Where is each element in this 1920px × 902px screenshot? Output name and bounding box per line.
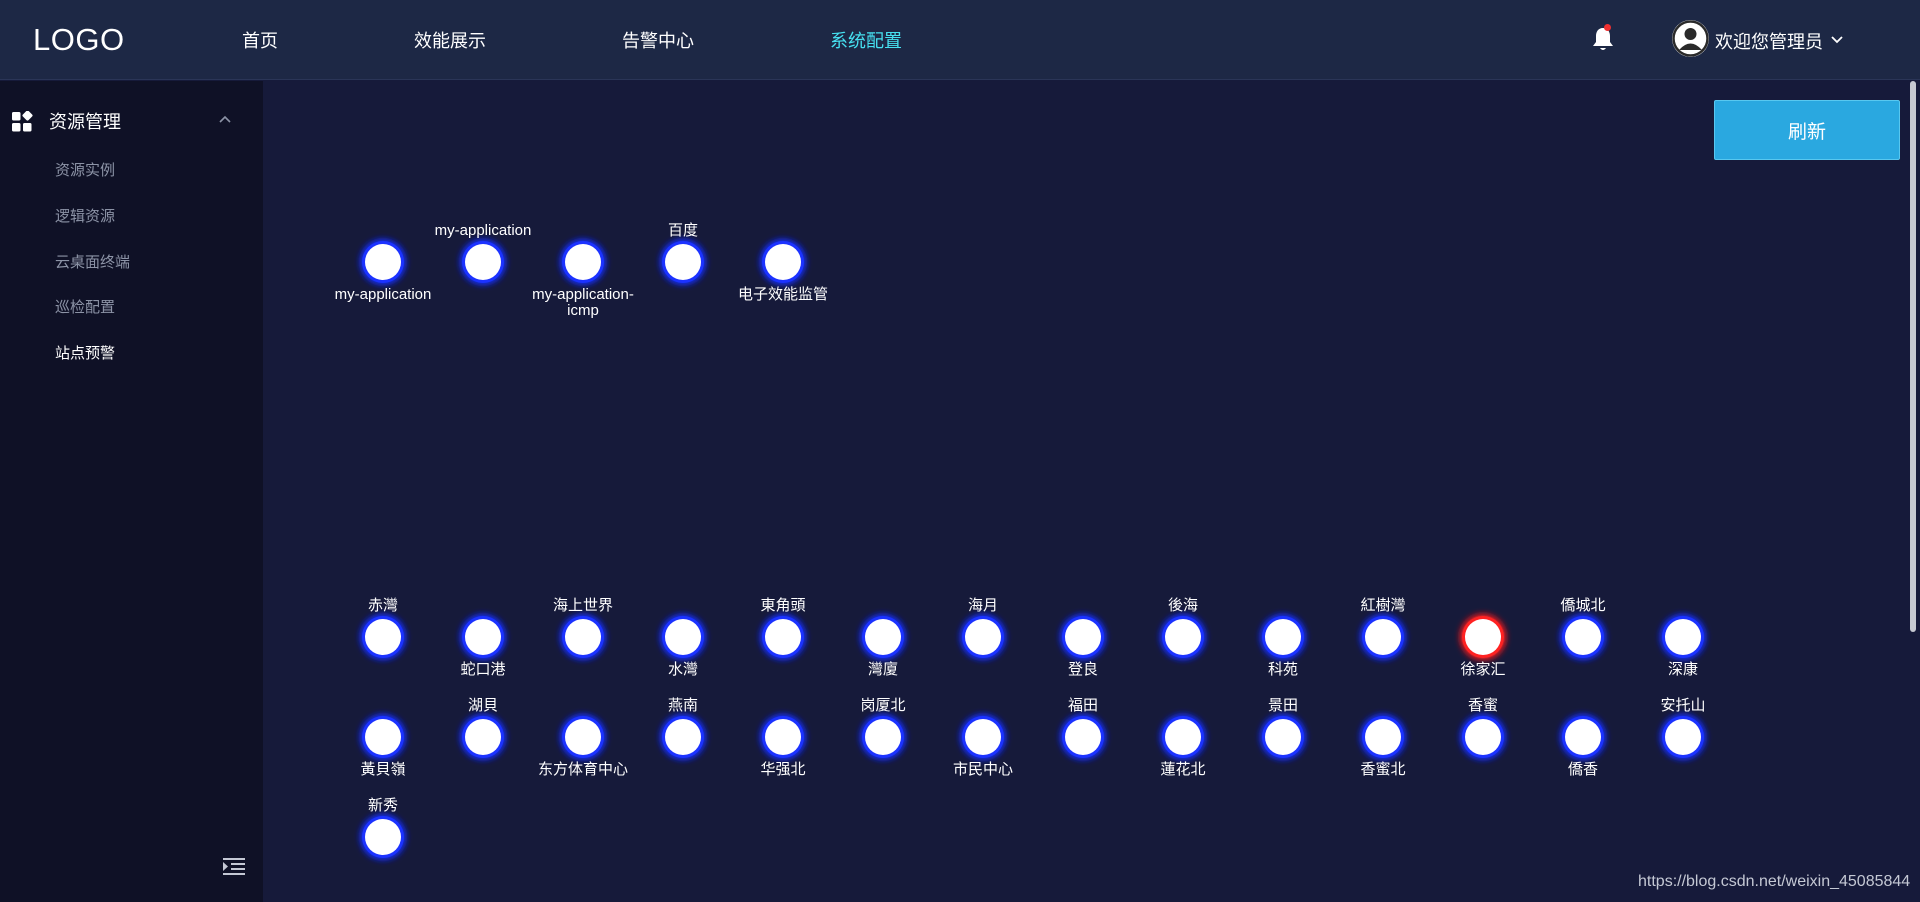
graph-node[interactable] <box>1662 616 1704 658</box>
nav-system-config[interactable]: 系统配置 <box>830 27 902 53</box>
graph-node[interactable] <box>362 716 404 758</box>
graph-node-circle[interactable] <box>1465 719 1501 755</box>
graph-node[interactable] <box>1262 616 1304 658</box>
sidebar-item-inspection-config[interactable]: 巡检配置 <box>55 296 115 317</box>
logo[interactable]: LOGO <box>33 22 125 58</box>
graph-node-circle[interactable] <box>1065 619 1101 655</box>
user-icon <box>1672 20 1709 57</box>
graph-node-circle[interactable] <box>465 244 501 280</box>
graph-node-circle[interactable] <box>1265 719 1301 755</box>
graph-node[interactable] <box>1262 716 1304 758</box>
graph-node-circle[interactable] <box>1665 619 1701 655</box>
graph-node-circle[interactable] <box>665 244 701 280</box>
graph-node-circle[interactable] <box>1365 619 1401 655</box>
graph-node-circle[interactable] <box>965 719 1001 755</box>
graph-node-circle[interactable] <box>765 244 801 280</box>
graph-node[interactable] <box>1662 716 1704 758</box>
graph-node[interactable] <box>862 716 904 758</box>
chevron-up-icon[interactable] <box>218 113 232 127</box>
avatar[interactable] <box>1672 20 1709 57</box>
graph-node[interactable] <box>462 241 504 283</box>
sidebar-group-label: 资源管理 <box>49 112 121 132</box>
graph-node[interactable] <box>1062 616 1104 658</box>
sidebar-item-cloud-desktop[interactable]: 云桌面终端 <box>55 251 130 272</box>
graph-node[interactable] <box>1162 616 1204 658</box>
sidebar-group-resource-management[interactable]: 资源管理 <box>0 101 263 141</box>
notification-dot <box>1604 24 1611 31</box>
graph-node[interactable] <box>962 616 1004 658</box>
apps-icon <box>12 111 33 132</box>
graph-node[interactable] <box>762 616 804 658</box>
graph-node[interactable] <box>1562 616 1604 658</box>
nav-alerts[interactable]: 告警中心 <box>622 27 694 53</box>
graph-node[interactable] <box>862 616 904 658</box>
graph-node-circle[interactable] <box>365 819 401 855</box>
sidebar-item-logical-resources[interactable]: 逻辑资源 <box>55 205 115 226</box>
graph-node-circle[interactable] <box>1565 619 1601 655</box>
graph-node[interactable] <box>562 616 604 658</box>
watermark: https://blog.csdn.net/weixin_45085844 <box>1638 873 1911 890</box>
graph-node[interactable] <box>662 241 704 283</box>
graph-node[interactable] <box>1362 616 1404 658</box>
graph-node[interactable] <box>962 716 1004 758</box>
graph-node-circle[interactable] <box>1365 719 1401 755</box>
vertical-scrollbar[interactable] <box>1910 81 1916 632</box>
graph-node[interactable] <box>1462 616 1504 658</box>
graph-node[interactable] <box>462 716 504 758</box>
graph-node-circle[interactable] <box>865 719 901 755</box>
graph-node[interactable] <box>362 816 404 858</box>
graph-node-circle[interactable] <box>1265 619 1301 655</box>
graph-node-circle[interactable] <box>765 719 801 755</box>
graph-node-circle[interactable] <box>1165 719 1201 755</box>
user-name[interactable]: 欢迎您管理员 <box>1715 28 1823 54</box>
graph-node-circle[interactable] <box>565 244 601 280</box>
main-content <box>263 81 1920 902</box>
graph-node[interactable] <box>462 616 504 658</box>
graph-node-circle[interactable] <box>365 244 401 280</box>
graph-node-circle[interactable] <box>865 619 901 655</box>
top-header: LOGO 首页 效能展示 告警中心 系统配置 欢迎您管理员 <box>0 0 1920 80</box>
graph-node-circle[interactable] <box>765 619 801 655</box>
sidebar-item-resource-instances[interactable]: 资源实例 <box>55 159 115 180</box>
graph-node-circle[interactable] <box>1665 719 1701 755</box>
graph-node[interactable] <box>1462 716 1504 758</box>
sidebar-item-site-warning[interactable]: 站点预警 <box>55 342 115 363</box>
graph-node[interactable] <box>562 716 604 758</box>
graph-node-circle[interactable] <box>1165 619 1201 655</box>
graph-node[interactable] <box>1362 716 1404 758</box>
sidebar: 资源管理 资源实例 逻辑资源 云桌面终端 巡检配置 站点预警 <box>0 81 263 902</box>
graph-node-circle[interactable] <box>665 619 701 655</box>
graph-node-circle[interactable] <box>1465 619 1501 655</box>
graph-node-circle[interactable] <box>565 619 601 655</box>
graph-node-circle[interactable] <box>365 719 401 755</box>
graph-node-circle[interactable] <box>1565 719 1601 755</box>
graph-node[interactable] <box>762 716 804 758</box>
graph-node[interactable] <box>362 241 404 283</box>
graph-node-circle[interactable] <box>465 619 501 655</box>
graph-node[interactable] <box>1162 716 1204 758</box>
graph-node-circle[interactable] <box>665 719 701 755</box>
graph-node[interactable] <box>1562 716 1604 758</box>
graph-node-circle[interactable] <box>465 719 501 755</box>
nav-performance[interactable]: 效能展示 <box>414 27 486 53</box>
graph-node-circle[interactable] <box>365 619 401 655</box>
graph-node[interactable] <box>662 616 704 658</box>
graph-node-circle[interactable] <box>965 619 1001 655</box>
graph-node[interactable] <box>562 241 604 283</box>
refresh-button[interactable]: 刷新 <box>1714 100 1900 160</box>
nav-home[interactable]: 首页 <box>242 27 278 53</box>
graph-node[interactable] <box>662 716 704 758</box>
graph-node-circle[interactable] <box>1065 719 1101 755</box>
graph-node[interactable] <box>1062 716 1104 758</box>
chevron-down-icon[interactable] <box>1830 33 1844 47</box>
bell-icon[interactable] <box>1591 26 1615 52</box>
collapse-menu-icon[interactable] <box>223 857 245 875</box>
graph-node-circle[interactable] <box>565 719 601 755</box>
graph-node[interactable] <box>362 616 404 658</box>
graph-node[interactable] <box>762 241 804 283</box>
